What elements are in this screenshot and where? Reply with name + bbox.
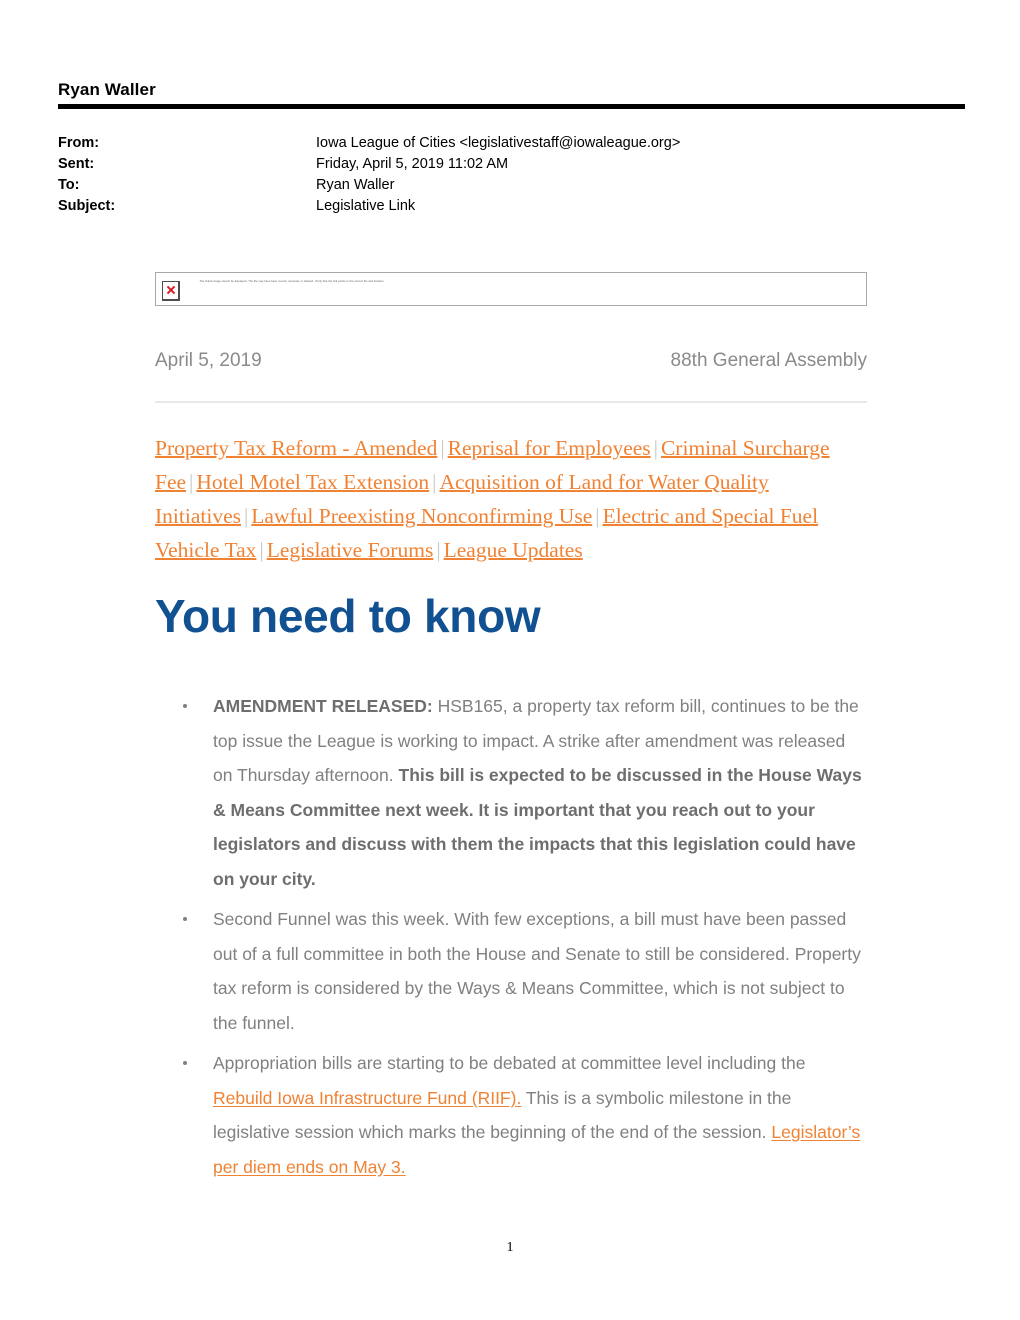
- nav-link-lawful-preexisting-use[interactable]: Lawful Preexisting Nonconfirming Use: [251, 504, 592, 528]
- page-number: 1: [506, 1240, 514, 1255]
- link-rebuild-iowa-infrastructure-fund[interactable]: Rebuild Iowa Infrastructure Fund (RIIF).: [213, 1088, 521, 1108]
- nav-link-reprisal-for-employees[interactable]: Reprisal for Employees: [448, 436, 651, 460]
- nav-separator: |: [259, 538, 264, 562]
- nav-separator: |: [595, 504, 600, 528]
- meta-value-to: Ryan Waller: [316, 177, 395, 193]
- meta-value-from: Iowa League of Cities <legislativestaff@…: [316, 135, 681, 151]
- meta-row-to: To: Ryan Waller: [58, 175, 680, 196]
- nav-link-league-updates[interactable]: League Updates: [444, 538, 583, 562]
- meta-label-sent: Sent:: [58, 156, 95, 172]
- nav-separator: |: [189, 470, 194, 494]
- broken-image-alt-text: The linked image cannot be displayed. Th…: [199, 280, 385, 283]
- nav-separator: |: [436, 538, 441, 562]
- meta-value-subject: Legislative Link: [316, 198, 416, 214]
- list-item: Appropriation bills are starting to be d…: [183, 1046, 867, 1184]
- nav-separator: |: [653, 436, 658, 460]
- newsletter-body: The linked image cannot be displayed. Th…: [155, 272, 867, 1190]
- nav-separator: |: [243, 504, 249, 528]
- broken-image-icon: [162, 281, 180, 301]
- general-assembly-label: 88th General Assembly: [670, 350, 867, 371]
- list-item: AMENDMENT RELEASED: HSB165, a property t…: [183, 689, 867, 896]
- bullet-2-text: Second Funnel was this week. With few ex…: [213, 909, 861, 1033]
- meta-label-to: To:: [58, 177, 80, 193]
- meta-row-sent: Sent: Friday, April 5, 2019 11:02 AM: [58, 154, 680, 175]
- email-header: Ryan Waller From: Iowa League of Cities …: [58, 80, 965, 217]
- newsletter-date: April 5, 2019: [155, 350, 262, 371]
- meta-value-sent: Friday, April 5, 2019 11:02 AM: [316, 156, 509, 172]
- newsletter-divider: [155, 401, 867, 403]
- section-title: You need to know: [155, 590, 541, 642]
- header-divider: [58, 104, 965, 109]
- bullet-1-lead: AMENDMENT RELEASED:: [213, 696, 433, 716]
- bullet-3-text-part1: Appropriation bills are starting to be d…: [213, 1053, 806, 1073]
- nav-separator: |: [432, 470, 437, 494]
- meta-label-from: From:: [58, 135, 100, 151]
- newsletter-nav-links: Property Tax Reform - Amended | Reprisal f…: [155, 431, 861, 567]
- nav-link-hotel-motel-tax-extension[interactable]: Hotel Motel Tax Extension: [196, 470, 429, 494]
- nav-link-property-tax-reform[interactable]: Property Tax Reform - Amended: [155, 436, 437, 460]
- recipient-name: Ryan Waller: [58, 80, 156, 99]
- meta-row-subject: Subject: Legislative Link: [58, 196, 680, 217]
- nav-link-legislative-forums[interactable]: Legislative Forums: [267, 538, 434, 562]
- news-bullet-list: AMENDMENT RELEASED: HSB165, a property t…: [155, 689, 867, 1184]
- meta-row-from: From: Iowa League of Cities <legislative…: [58, 133, 680, 154]
- newsletter-date-row: April 5, 2019 88th General Assembly: [155, 350, 867, 372]
- list-item: Second Funnel was this week. With few ex…: [183, 902, 867, 1040]
- nav-separator: |: [440, 436, 445, 460]
- meta-label-subject: Subject:: [58, 198, 116, 214]
- email-metadata-table: From: Iowa League of Cities <legislative…: [58, 133, 680, 217]
- broken-image-placeholder: The linked image cannot be displayed. Th…: [155, 272, 867, 306]
